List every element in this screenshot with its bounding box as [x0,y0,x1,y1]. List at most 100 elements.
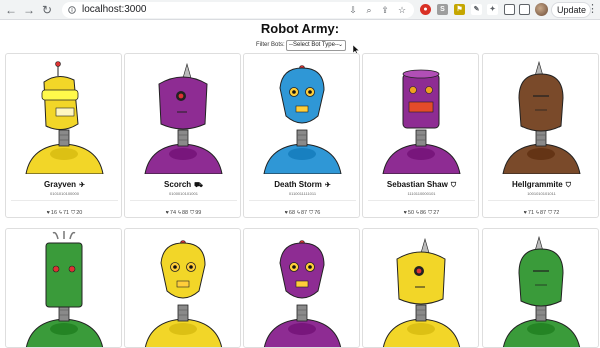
zoom-icon[interactable]: ⌕ [364,5,374,15]
shield-icon: ⛉ [190,210,195,216]
bot-card[interactable]: Death Storm ✈ 0110011111011 ♥68 ϟ87 ⛉76 [243,53,360,218]
profile-avatar[interactable] [535,3,548,16]
robot-avatar [263,240,342,347]
bot-name-text: Grayven [44,180,77,189]
page-title: Robot Army: [260,21,340,36]
bot-name: Grayven ✈ [6,180,121,191]
shield-icon: ⛉ [565,182,571,189]
lightning-icon: ϟ [59,210,62,216]
update-button[interactable]: Update [551,2,591,18]
lightning-icon: ϟ [416,210,419,216]
stat-damage: 88 [181,210,189,216]
bot-name: Death Storm ✈ [244,180,359,191]
stat-damage: 71 [62,210,70,216]
stat-health: 74 [169,210,177,216]
shield-icon: ⛉ [450,182,457,189]
shield-icon: ⛉ [548,210,553,216]
bot-card[interactable]: Sebastian Shaw ⛉ 1110110000101 ♥50 ϟ86 ⛉27 [362,53,479,218]
extension-3-icon[interactable]: ⚑ [454,4,465,15]
truck-icon: ⛟ [194,182,203,189]
stat-armor: 72 [553,210,560,216]
stat-health: 68 [288,210,296,216]
stat-damage: 87 [539,210,547,216]
bot-type-select[interactable]: --Select Bot Type-- ⌄ [286,40,346,51]
bot-card[interactable] [124,228,241,348]
bot-name: Hellgrammite ⛉ [483,180,598,191]
stat-armor: 27 [433,210,440,216]
heartbeat-icon: ♥ [284,210,288,216]
stat-health: 50 [407,210,415,216]
heartbeat-icon: ♥ [403,210,407,216]
robot-avatar [502,60,581,174]
plane-icon: ✈ [324,182,331,189]
extensions-puzzle-icon[interactable]: ✦ [487,4,498,15]
shield-icon: ⛉ [71,210,76,216]
card-divider [249,200,356,201]
card-divider [11,200,118,201]
bot-catchphrase: 1001010101011 [527,191,556,196]
bot-catchphrase: 1110110000101 [407,191,436,196]
extension-2-icon[interactable]: S [437,4,448,15]
bot-stats: ♥50 ϟ86 ⛉27 [363,209,478,217]
bot-card[interactable] [243,228,360,348]
menu-icon[interactable]: ⋮ [587,2,598,15]
bot-card[interactable] [5,228,122,348]
bot-name-text: Hellgrammite [512,180,563,189]
tab-search-icon[interactable] [504,4,515,15]
robot-avatar [144,62,223,174]
robot-avatar [263,65,342,174]
robot-avatar [25,231,104,347]
bot-card[interactable]: Scorch ⛟ 0100010101001 ♥74 ϟ88 ⛉99 [124,53,241,218]
bot-name-text: Sebastian Shaw [386,180,448,189]
robot-avatar [25,61,104,174]
bot-stats: ♥68 ϟ87 ⛉76 [244,209,359,217]
stat-health: 16 [50,210,58,216]
robot-avatar [382,69,461,174]
stat-damage: 87 [300,210,308,216]
bot-stats: ♥74 ϟ88 ⛉99 [125,209,240,217]
bot-card[interactable]: Hellgrammite ⛉ 1001010101011 ♥71 ϟ87 ⛉72 [482,53,599,218]
stat-armor: 99 [195,210,202,216]
card-divider [488,200,595,201]
address-bar[interactable]: localhost:3000 ⇩ ⌕ ⇪ ☆ [62,2,414,18]
bot-name-text: Death Storm [274,180,322,189]
lightning-icon: ϟ [297,210,300,216]
stat-armor: 76 [314,210,321,216]
forward-icon[interactable]: → [22,3,36,17]
bot-stats: ♥16 ϟ71 ⛉20 [6,209,121,217]
heartbeat-icon: ♥ [165,210,169,216]
stat-damage: 86 [419,210,427,216]
robot-avatar [144,240,223,347]
shield-icon: ⛉ [428,210,433,216]
back-icon[interactable]: ← [4,3,18,17]
chevron-down-icon: ⌄ [337,42,343,48]
plane-icon: ✈ [79,182,85,189]
extension-4-icon[interactable]: ✎ [471,4,482,15]
robot-avatar [382,237,461,347]
stat-health: 71 [527,210,535,216]
bot-stats: ♥71 ϟ87 ⛉72 [483,209,598,217]
shield-icon: ⛉ [309,210,314,216]
bookmark-star-icon[interactable]: ☆ [397,5,407,15]
extension-1-icon[interactable]: ● [420,4,431,15]
bot-card[interactable] [482,228,599,348]
bot-type-select-value[interactable]: --Select Bot Type-- [289,42,339,48]
info-icon[interactable] [68,6,76,14]
bot-card[interactable] [362,228,479,348]
card-divider [368,200,475,201]
reload-icon[interactable]: ↻ [40,3,54,17]
url-text[interactable]: localhost:3000 [82,4,147,16]
bot-card[interactable]: Grayven ✈ 0101010100000 ♥16 ϟ71 ⛉20 [5,53,122,218]
filter-label: Filter Bots: [256,42,285,48]
bot-catchphrase: 0101010100000 [50,191,79,196]
install-icon[interactable]: ⇩ [348,5,358,15]
lightning-icon: ϟ [178,210,181,216]
lightning-icon: ϟ [536,210,539,216]
share-icon[interactable]: ⇪ [380,5,390,15]
bot-catchphrase: 0100010101001 [169,191,198,196]
heartbeat-icon: ♥ [523,210,527,216]
bot-name: Sebastian Shaw ⛉ [363,180,478,191]
browser-toolbar: ← → ↻ localhost:3000 ⇩ ⌕ ⇪ ☆ ● S ⚑ ✎ ✦ U… [0,0,600,20]
bot-catchphrase: 0110011111011 [288,191,317,196]
side-panel-icon[interactable] [519,4,530,15]
